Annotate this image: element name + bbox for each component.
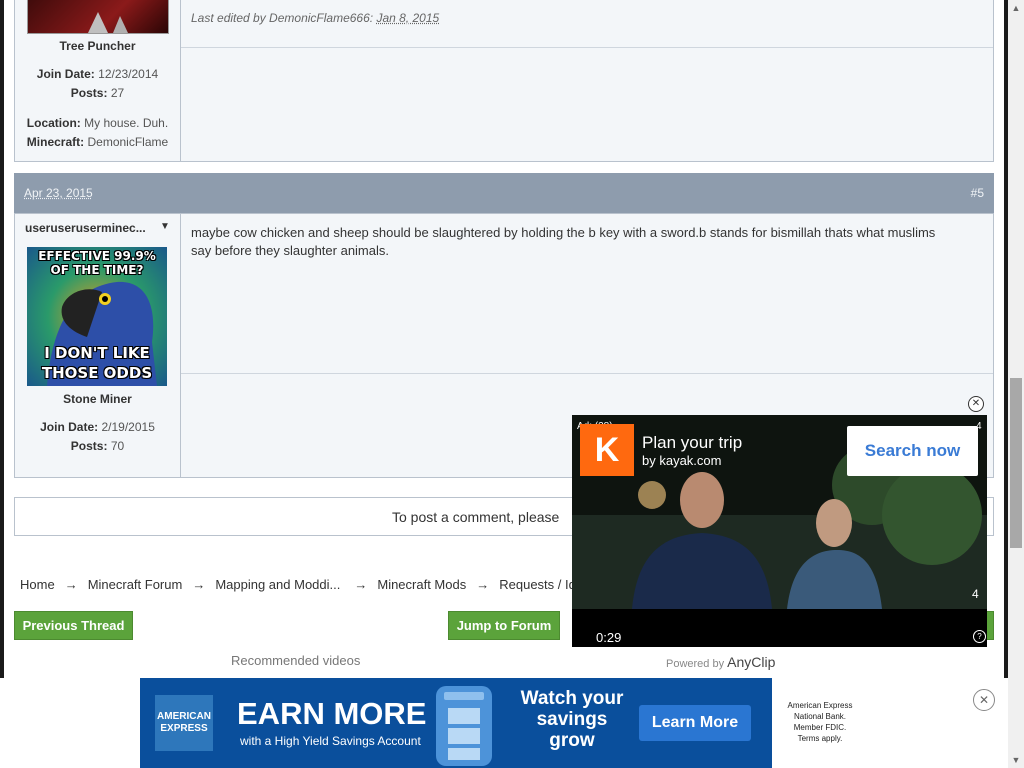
edited-prefix: Last edited by DemonicFlame666:: [191, 11, 374, 25]
minecraft-value: DemonicFlame: [87, 135, 169, 149]
banner-subline: with a High Yield Savings Account: [240, 734, 421, 748]
posts-label: Posts:: [70, 86, 108, 100]
join-date: Join Date: 2/19/2015: [15, 420, 180, 434]
page-scrollbar[interactable]: ▲ ▼: [1008, 0, 1024, 768]
breadcrumb-home[interactable]: Home: [20, 577, 55, 592]
scroll-up-icon[interactable]: ▲: [1008, 0, 1024, 16]
edited-date[interactable]: Jan 8, 2015: [376, 11, 439, 25]
banner-fine-print: American Express National Bank. Member F…: [772, 678, 868, 768]
savings-jar-icon: [436, 686, 492, 766]
user-avatar[interactable]: [27, 0, 169, 34]
minecraft-label: Minecraft:: [26, 135, 85, 149]
breadcrumb-mapping-modding[interactable]: Mapping and Moddi...: [215, 577, 340, 592]
powered-by: Powered by AnyClip: [666, 654, 775, 670]
close-video-ad-icon[interactable]: ✕: [968, 396, 984, 412]
help-icon[interactable]: ?: [973, 630, 986, 643]
location-value: My house. Duh.: [84, 116, 169, 130]
post-divider: [181, 47, 993, 48]
breadcrumb-arrow-icon: →: [64, 577, 78, 592]
breadcrumb-minecraft-mods[interactable]: Minecraft Mods: [377, 577, 466, 592]
search-now-button[interactable]: Search now: [847, 426, 978, 476]
amex-logo: AMERICAN EXPRESS: [155, 695, 213, 751]
user-rank: Tree Puncher: [59, 39, 136, 53]
avatar-image: [88, 12, 128, 33]
amex-banner-ad[interactable]: AMERICAN EXPRESS EARN MORE with a High Y…: [140, 678, 868, 768]
tagline-line2: savings: [536, 709, 608, 730]
join-date: Join Date: 12/23/2014: [15, 67, 180, 81]
tagline-line1: Watch your: [520, 688, 624, 709]
breadcrumb-arrow-icon: →: [192, 577, 206, 592]
anyclip-logo[interactable]: AnyClip: [727, 654, 775, 670]
banner-headline: EARN MORE: [237, 696, 427, 731]
last-edited: Last edited by DemonicFlame666: Jan 8, 2…: [191, 11, 439, 25]
powered-by-label: Powered by: [666, 658, 725, 670]
fine-print-text: American Express National Bank. Member F…: [787, 701, 853, 743]
post-count: Posts: 70: [15, 439, 180, 453]
post-header: Apr 23, 2015 #5: [14, 173, 994, 213]
join-date-value: 12/23/2014: [98, 67, 159, 81]
video-time: 0:29: [596, 630, 622, 645]
post-body: Last edited by DemonicFlame666: Jan 8, 2…: [181, 0, 993, 161]
join-date-label: Join Date:: [36, 67, 95, 81]
ad-title: Plan your trip: [642, 433, 743, 452]
user-menu-caret-icon[interactable]: ▼: [160, 221, 170, 232]
join-date-value: 2/19/2015: [101, 420, 155, 434]
close-banner-icon[interactable]: ✕: [973, 689, 995, 711]
post-date[interactable]: Apr 23, 2015: [24, 186, 93, 200]
breadcrumb-requests-ideas[interactable]: Requests / Ide: [499, 577, 583, 592]
video-ad-player[interactable]: Ad: (28) K Plan your trip by kayak.com S…: [572, 415, 987, 647]
posts-value: 27: [110, 86, 125, 100]
user-location: Location: My house. Duh.: [15, 116, 180, 130]
join-date-label: Join Date:: [40, 420, 99, 434]
kayak-logo: K: [580, 424, 634, 476]
scroll-down-icon[interactable]: ▼: [1008, 752, 1024, 768]
amex-logo-line2: EXPRESS: [160, 723, 208, 734]
ad-count-top: 4: [976, 421, 982, 432]
amex-logo-line1: AMERICAN: [157, 711, 211, 722]
recommended-videos-label: Recommended videos: [231, 653, 361, 668]
posts-value: 70: [110, 439, 125, 453]
jump-to-forum-button[interactable]: Jump to Forum: [448, 611, 560, 640]
user-rank: Stone Miner: [63, 392, 132, 406]
ad-countdown: 4: [972, 587, 979, 601]
post-user-info: useruseruserminec... ▼ EFFECTIVE 99.9% O…: [15, 214, 181, 477]
forum-post: Tree Puncher Join Date: 12/23/2014 Posts…: [14, 0, 994, 162]
post-divider: [181, 373, 993, 374]
post-count: Posts: 27: [15, 86, 180, 100]
post-message: maybe cow chicken and sheep should be sl…: [191, 225, 936, 258]
username-link[interactable]: useruseruserminec...: [25, 221, 157, 235]
left-border: [0, 0, 4, 678]
post-number-link[interactable]: #5: [971, 186, 984, 200]
scrollbar-thumb[interactable]: [1010, 378, 1022, 548]
previous-thread-button[interactable]: Previous Thread: [14, 611, 133, 640]
post-user-info: Tree Puncher Join Date: 12/23/2014 Posts…: [15, 0, 181, 161]
location-label: Location:: [26, 116, 81, 130]
learn-more-button[interactable]: Learn More: [639, 705, 751, 741]
tagline-line3: grow: [549, 730, 595, 751]
comment-prompt-text: To post a comment, please: [392, 509, 560, 525]
posts-label: Posts:: [70, 439, 108, 453]
meme-bottom-text: I DON'T LIKE THOSE ODDS: [41, 344, 153, 382]
forum-page: Tree Puncher Join Date: 12/23/2014 Posts…: [0, 0, 1008, 768]
video-controls-bar: [572, 609, 987, 647]
breadcrumb-arrow-icon: →: [476, 577, 490, 592]
user-minecraft: Minecraft: DemonicFlame: [15, 135, 180, 149]
user-avatar[interactable]: EFFECTIVE 99.9% OF THE TIME? I DON'T LIK…: [27, 247, 167, 386]
breadcrumb-minecraft-forum[interactable]: Minecraft Forum: [88, 577, 183, 592]
breadcrumb-arrow-icon: →: [354, 577, 368, 592]
meme-top-text: EFFECTIVE 99.9% OF THE TIME?: [38, 249, 156, 277]
breadcrumb: Home → Minecraft Forum → Mapping and Moddi..…: [20, 577, 593, 592]
banner-tagline: Watch your savings grow: [507, 688, 637, 751]
ad-subtitle: by kayak.com: [642, 453, 722, 468]
